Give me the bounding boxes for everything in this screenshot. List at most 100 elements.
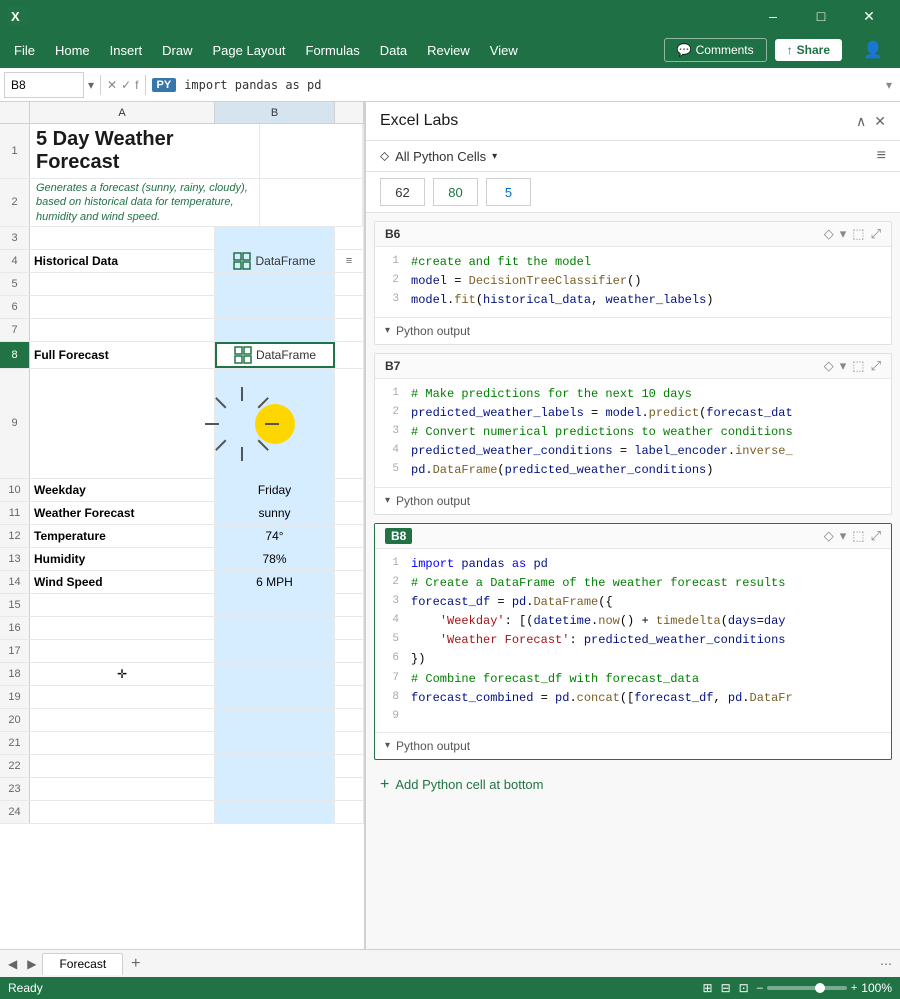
menu-item-review[interactable]: Review <box>417 39 480 62</box>
cell-b19[interactable] <box>215 686 335 708</box>
user-icon[interactable]: 👤 <box>850 34 896 66</box>
col-header-a[interactable]: A <box>30 102 215 123</box>
add-sheet-button[interactable]: + <box>125 955 146 973</box>
menu-item-draw[interactable]: Draw <box>152 39 202 62</box>
python-output-b8[interactable]: ▾ Python output <box>375 732 891 759</box>
cell-c12[interactable] <box>335 525 364 547</box>
cell-diamond-button[interactable]: ◇ <box>824 528 834 544</box>
cell-expand-button[interactable]: ⤢ <box>871 358 881 374</box>
cell-b14[interactable]: 6 MPH <box>215 571 335 593</box>
cell-c24[interactable] <box>335 801 364 823</box>
maximize-button[interactable]: □ <box>798 0 844 32</box>
cell-c18[interactable] <box>335 663 364 685</box>
cell-expand-button[interactable]: ⤢ <box>871 226 881 242</box>
cell-c17[interactable] <box>335 640 364 662</box>
add-python-cell-button[interactable]: + Add Python cell at bottom <box>366 768 900 802</box>
cell-b12[interactable]: 74° <box>215 525 335 547</box>
cell-a10[interactable]: Weekday <box>30 479 215 501</box>
cell-a6[interactable] <box>30 296 215 318</box>
cell-c4[interactable]: ≡ <box>335 250 364 272</box>
sheet-menu-button[interactable]: ⋯ <box>876 957 896 971</box>
cell-a19[interactable] <box>30 686 215 708</box>
hamburger-menu-button[interactable]: ≡ <box>877 147 886 165</box>
cell-c10[interactable] <box>335 479 364 501</box>
cell-a22[interactable] <box>30 755 215 777</box>
cell-b9-sun[interactable] <box>215 369 335 479</box>
cell-a21[interactable] <box>30 732 215 754</box>
cell-c8[interactable] <box>335 342 364 368</box>
zoom-out-icon[interactable]: – <box>757 982 763 994</box>
cell-b8-active[interactable]: DataFrame <box>215 342 335 368</box>
cell-b6[interactable] <box>215 296 335 318</box>
cancel-icon[interactable]: ✕ <box>107 78 117 92</box>
menu-item-view[interactable]: View <box>480 39 528 62</box>
filter-button[interactable]: ⬦ All Python Cells ▾ <box>380 148 497 164</box>
zoom-in-icon[interactable]: + <box>851 982 857 994</box>
cell-c3[interactable] <box>335 227 364 249</box>
cell-a7[interactable] <box>30 319 215 341</box>
cell-c6[interactable] <box>335 296 364 318</box>
cell-a12[interactable]: Temperature <box>30 525 215 547</box>
zoom-slider-thumb[interactable] <box>815 983 825 993</box>
cell-c13[interactable] <box>335 548 364 570</box>
cell-c15[interactable] <box>335 594 364 616</box>
cell-a5[interactable] <box>30 273 215 295</box>
cell-a15[interactable] <box>30 594 215 616</box>
cell-b16[interactable] <box>215 617 335 639</box>
insert-function-icon[interactable]: f <box>135 78 138 92</box>
cell-a20[interactable] <box>30 709 215 731</box>
python-output-b7[interactable]: ▾ Python output <box>375 487 891 514</box>
confirm-icon[interactable]: ✓ <box>121 78 131 92</box>
cell-b15[interactable] <box>215 594 335 616</box>
cell-b23[interactable] <box>215 778 335 800</box>
expand-icon[interactable]: ▾ <box>88 78 94 92</box>
cell-a4[interactable]: Historical Data <box>30 250 215 272</box>
menu-item-insert[interactable]: Insert <box>100 39 153 62</box>
minimize-button[interactable]: – <box>750 0 796 32</box>
close-button[interactable]: ✕ <box>846 0 892 32</box>
cell-a23[interactable] <box>30 778 215 800</box>
cell-chevron-button[interactable]: ▾ <box>840 528 847 544</box>
input-field-1[interactable] <box>380 178 425 206</box>
menu-item-file[interactable]: File <box>4 39 45 62</box>
cell-c14[interactable] <box>335 571 364 593</box>
cell-c7[interactable] <box>335 319 364 341</box>
formula-input[interactable]: import pandas as pd <box>180 76 882 94</box>
cell-b4[interactable]: DataFrame <box>215 250 335 272</box>
cell-diamond-button[interactable]: ◇ <box>824 358 834 374</box>
cell-b22[interactable] <box>215 755 335 777</box>
cell-a17[interactable] <box>30 640 215 662</box>
tab-nav-right-button[interactable]: ▶ <box>23 955 40 973</box>
cell-a16[interactable] <box>30 617 215 639</box>
cell-chevron-button[interactable]: ▾ <box>840 358 847 374</box>
input-field-3[interactable] <box>486 178 531 206</box>
cell-c19[interactable] <box>335 686 364 708</box>
python-output-b6[interactable]: ▾ Python output <box>375 317 891 344</box>
sheet-tab-forecast[interactable]: Forecast <box>42 953 123 975</box>
cell-c11[interactable] <box>335 502 364 524</box>
cell-c16[interactable] <box>335 617 364 639</box>
cell-diamond-button[interactable]: ◇ <box>824 226 834 242</box>
panel-close-button[interactable]: ✕ <box>874 113 886 130</box>
cell-chevron-button[interactable]: ▾ <box>840 226 847 242</box>
cell-b10[interactable]: Friday <box>215 479 335 501</box>
cell-a9[interactable] <box>30 369 215 478</box>
menu-item-formulas[interactable]: Formulas <box>296 39 370 62</box>
cell-c2[interactable] <box>363 179 364 226</box>
menu-item-home[interactable]: Home <box>45 39 100 62</box>
share-button[interactable]: ↑ Share <box>775 39 842 61</box>
cell-a3[interactable] <box>30 227 215 249</box>
cell-b7[interactable] <box>215 319 335 341</box>
cell-a11[interactable]: Weather Forecast <box>30 502 215 524</box>
cell-a13[interactable]: Humidity <box>30 548 215 570</box>
cell-c9[interactable] <box>335 369 364 478</box>
cell-c20[interactable] <box>335 709 364 731</box>
cell-b1[interactable] <box>260 124 363 178</box>
cell-b24[interactable] <box>215 801 335 823</box>
cell-b20[interactable] <box>215 709 335 731</box>
input-field-2[interactable] <box>433 178 478 206</box>
cell-c21[interactable] <box>335 732 364 754</box>
cell-reference-box[interactable]: B8 <box>4 72 84 98</box>
page-layout-button[interactable]: ⊟ <box>721 981 731 995</box>
normal-view-button[interactable]: ⊞ <box>703 981 713 995</box>
